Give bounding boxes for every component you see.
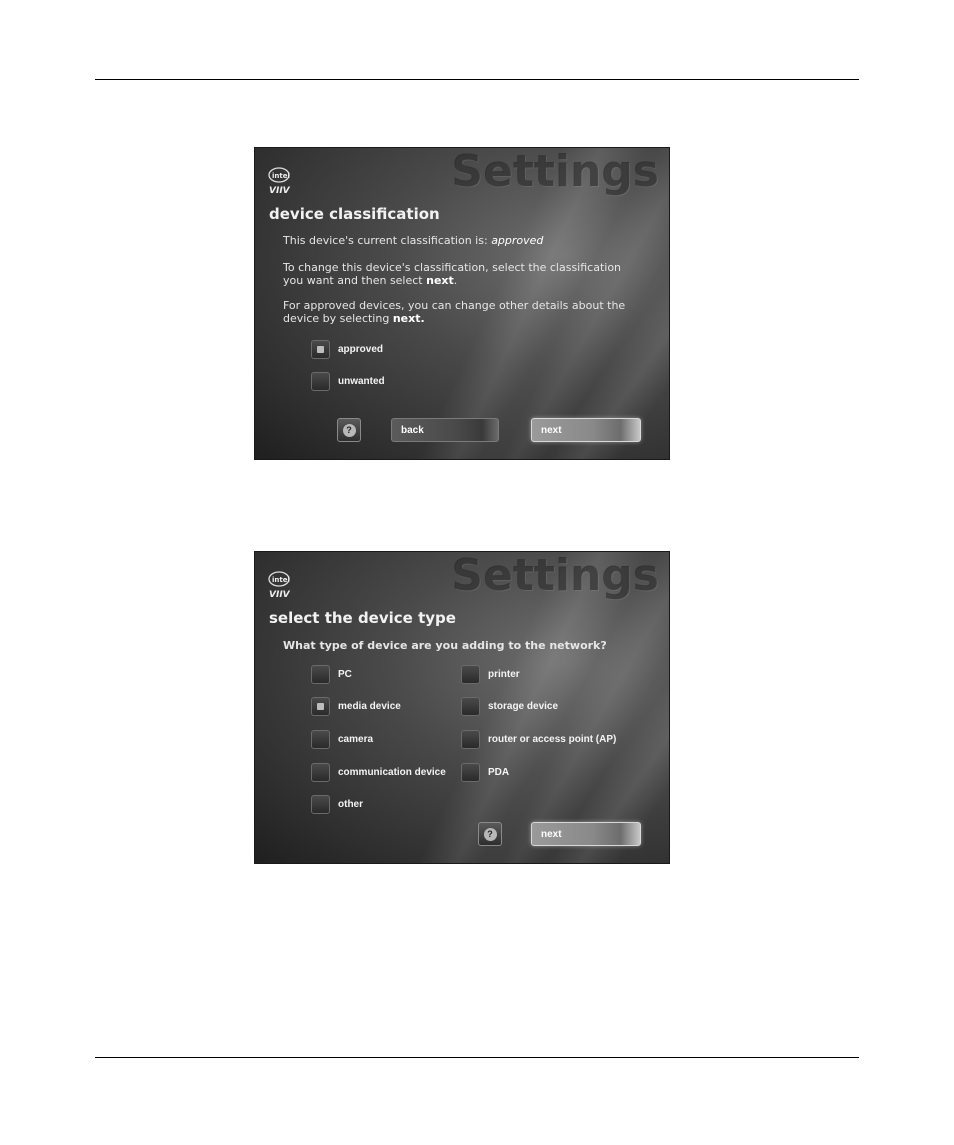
storage-device-checkbox[interactable] <box>461 697 480 716</box>
printer-checkbox[interactable] <box>461 665 480 684</box>
option-label: printer <box>488 669 520 680</box>
communication-device-checkbox[interactable] <box>311 763 330 782</box>
approved-info-line-1: For approved devices, you can change oth… <box>283 299 626 312</box>
other-checkbox[interactable] <box>311 795 330 814</box>
option-label: router or access point (AP) <box>488 734 617 745</box>
next-button[interactable]: next <box>531 822 641 846</box>
instruction-suffix: . <box>453 274 458 287</box>
option-storage-device[interactable]: storage device <box>461 697 558 716</box>
footer-rule <box>95 1057 859 1058</box>
option-label: storage device <box>488 701 559 712</box>
option-pc[interactable]: PC <box>311 665 352 684</box>
svg-text:VIIV: VIIV <box>269 590 291 600</box>
svg-text:intel: intel <box>272 576 290 584</box>
approved-checkbox[interactable] <box>311 340 330 359</box>
svg-text:VIIV: VIIV <box>269 186 291 196</box>
current-classification-text: This device's current classification is:… <box>283 234 543 247</box>
settings-watermark: Settings <box>451 551 659 601</box>
instruction-line-1: To change this device's classification, … <box>283 261 622 274</box>
option-other[interactable]: other <box>311 795 363 814</box>
option-approved[interactable]: approved <box>311 340 383 359</box>
page-title: select the device type <box>269 609 456 627</box>
option-communication-device[interactable]: communication device <box>311 763 446 782</box>
settings-watermark: Settings <box>451 147 659 197</box>
option-pda[interactable]: PDA <box>461 763 509 782</box>
classification-value: approved <box>491 234 544 247</box>
approved-info-next-word: next. <box>392 312 425 325</box>
approved-info-prefix: device by selecting <box>283 312 393 325</box>
header-rule <box>95 79 859 80</box>
question-icon: ? <box>483 827 497 841</box>
help-button[interactable]: ? <box>478 822 502 846</box>
media-device-checkbox[interactable] <box>311 697 330 716</box>
instruction-prefix: you want and then select <box>283 274 427 287</box>
pda-checkbox[interactable] <box>461 763 480 782</box>
option-label: media device <box>338 701 401 712</box>
option-label: unwanted <box>338 376 385 387</box>
option-label: other <box>338 799 363 810</box>
help-button[interactable]: ? <box>337 418 361 442</box>
camera-checkbox[interactable] <box>311 730 330 749</box>
option-router[interactable]: router or access point (AP) <box>461 730 616 749</box>
page-title: device classification <box>269 205 440 223</box>
option-media-device[interactable]: media device <box>311 697 401 716</box>
intel-viiv-logo-icon: intel VIIV <box>268 167 291 196</box>
option-label: approved <box>338 344 384 355</box>
option-camera[interactable]: camera <box>311 730 373 749</box>
instruction-next-word: next <box>426 274 454 287</box>
instruction-line-2: you want and then select next. <box>283 274 457 287</box>
pc-checkbox[interactable] <box>311 665 330 684</box>
option-unwanted[interactable]: unwanted <box>311 372 385 391</box>
option-printer[interactable]: printer <box>461 665 520 684</box>
approved-info-line-2: device by selecting next. <box>283 312 425 325</box>
classification-prefix: This device's current classification is: <box>283 234 492 247</box>
question-icon: ? <box>342 423 356 437</box>
svg-text:intel: intel <box>272 172 290 180</box>
option-label: PC <box>338 669 352 680</box>
router-checkbox[interactable] <box>461 730 480 749</box>
option-label: communication device <box>338 767 446 778</box>
option-label: camera <box>338 734 374 745</box>
unwanted-checkbox[interactable] <box>311 372 330 391</box>
device-classification-screen: Settings intel VIIV device classificatio… <box>254 147 670 460</box>
intel-viiv-logo-icon: intel VIIV <box>268 571 291 600</box>
select-device-type-screen: Settings intel VIIV select the device ty… <box>254 551 670 864</box>
back-button[interactable]: back <box>391 418 499 442</box>
next-button[interactable]: next <box>531 418 641 442</box>
option-label: PDA <box>488 767 510 778</box>
device-type-question: What type of device are you adding to th… <box>283 639 607 652</box>
